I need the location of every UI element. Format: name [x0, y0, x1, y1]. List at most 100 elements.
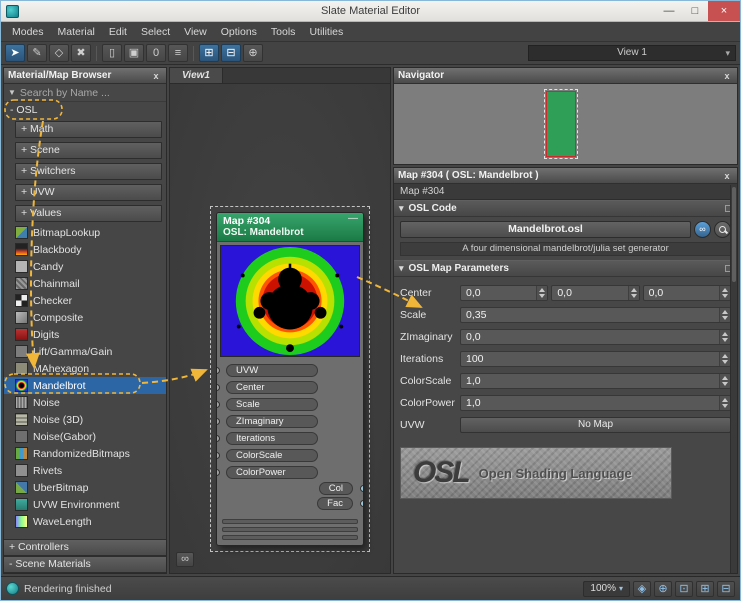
list-item[interactable]: Noise(Gabor): [4, 428, 166, 445]
close-panel-icon[interactable]: x: [721, 71, 733, 81]
node-input-slot[interactable]: Center: [217, 379, 363, 396]
field-value[interactable]: 100: [461, 352, 719, 366]
slot-pin-icon[interactable]: [217, 384, 220, 391]
slot-pin-icon[interactable]: [217, 435, 220, 442]
menu-view[interactable]: View: [177, 22, 214, 42]
spinner-arrows-icon[interactable]: [719, 352, 730, 366]
mandelbrot-preview[interactable]: [220, 245, 360, 357]
tree-group-controllers[interactable]: + Controllers: [4, 539, 166, 556]
list-item[interactable]: Candy: [4, 258, 166, 275]
slot-pin-icon[interactable]: [360, 500, 363, 507]
list-item[interactable]: Blackbody: [4, 241, 166, 258]
zoom-tool-icon[interactable]: ⊕: [654, 580, 672, 597]
spinner-arrows-icon[interactable]: [719, 330, 730, 344]
list-item[interactable]: UberBitmap: [4, 479, 166, 496]
slot-label[interactable]: Center: [226, 381, 318, 394]
zoom-extents-selected-icon[interactable]: ⊟: [717, 580, 735, 597]
spinner-arrows-icon[interactable]: [719, 396, 730, 410]
slot-pin-icon[interactable]: [360, 485, 363, 492]
tree-group-values[interactable]: + Values: [15, 205, 162, 222]
slot-label[interactable]: UVW: [226, 364, 318, 377]
field-value[interactable]: 0,0: [461, 330, 719, 344]
colorscale-field[interactable]: 1,0: [460, 373, 731, 389]
list-item[interactable]: WaveLength: [4, 513, 166, 530]
pan-tool-icon[interactable]: ◈: [633, 580, 651, 597]
spinner-arrows-icon[interactable]: [718, 286, 730, 300]
list-item[interactable]: Composite: [4, 309, 166, 326]
select-tool-icon[interactable]: ➤: [5, 44, 25, 62]
center-x-field[interactable]: 0,0: [460, 285, 549, 301]
layout-children-icon[interactable]: ⊟: [221, 44, 241, 62]
list-item[interactable]: MAhexagon: [4, 360, 166, 377]
colorpower-field[interactable]: 1,0: [460, 395, 731, 411]
pick-tool-icon[interactable]: ✎: [27, 44, 47, 62]
scrollbar-thumb[interactable]: [732, 187, 736, 282]
delete-icon[interactable]: ✖: [71, 44, 91, 62]
link-icon[interactable]: ∞: [694, 221, 711, 238]
zoom-tool-icon[interactable]: ⊕: [243, 44, 263, 62]
node-minimize-icon[interactable]: —: [348, 213, 358, 224]
material-id-list-icon[interactable]: ≡: [168, 44, 188, 62]
list-item[interactable]: Digits: [4, 326, 166, 343]
navigator-canvas[interactable]: [394, 84, 737, 164]
show-shaded-material-icon[interactable]: ▣: [124, 44, 144, 62]
spinner-arrows-icon[interactable]: [536, 286, 548, 300]
spinner-arrows-icon[interactable]: [719, 308, 730, 322]
slot-label[interactable]: ColorScale: [226, 449, 318, 462]
rollout-osl-code[interactable]: ▾ OSL Code: [394, 200, 737, 217]
node-input-slot[interactable]: UVW: [217, 362, 363, 379]
node-input-slot[interactable]: ZImaginary: [217, 413, 363, 430]
field-value[interactable]: 0,0: [552, 286, 627, 300]
menu-utilities[interactable]: Utilities: [302, 22, 350, 42]
slot-label[interactable]: Iterations: [226, 432, 318, 445]
field-value[interactable]: 0,0: [644, 286, 719, 300]
list-item[interactable]: Lift/Gamma/Gain: [4, 343, 166, 360]
node-input-slot[interactable]: Scale: [217, 396, 363, 413]
node-canvas[interactable]: Map #304 OSL: Mandelbrot — UVW Center Sc…: [170, 84, 390, 573]
spinner-arrows-icon[interactable]: [719, 374, 730, 388]
list-item[interactable]: Noise: [4, 394, 166, 411]
node-output-slot[interactable]: Col: [217, 481, 363, 496]
list-item[interactable]: BitmapLookup: [4, 224, 166, 241]
slot-pin-icon[interactable]: [217, 367, 220, 374]
zimaginary-field[interactable]: 0,0: [460, 329, 731, 345]
maximize-icon[interactable]: □: [682, 1, 708, 21]
binoculars-icon[interactable]: ∞: [176, 552, 194, 567]
menu-modes[interactable]: Modes: [5, 22, 51, 42]
list-item[interactable]: RandomizedBitmaps: [4, 445, 166, 462]
search-icon[interactable]: [714, 221, 731, 238]
menu-tools[interactable]: Tools: [264, 22, 303, 42]
minimize-icon[interactable]: —: [656, 1, 682, 21]
field-value[interactable]: 0,0: [461, 286, 536, 300]
list-item[interactable]: Checker: [4, 292, 166, 309]
node-input-slot[interactable]: ColorScale: [217, 447, 363, 464]
list-item[interactable]: UVW Environment: [4, 496, 166, 513]
slot-label[interactable]: Col: [318, 482, 353, 495]
close-icon[interactable]: ×: [708, 1, 740, 21]
node-output-slot[interactable]: Fac: [217, 496, 363, 511]
center-y-field[interactable]: 0,0: [551, 285, 640, 301]
search-input[interactable]: [19, 86, 162, 99]
layout-all-icon[interactable]: ⊞: [199, 44, 219, 62]
material-name-field[interactable]: Map #304: [394, 184, 737, 200]
tab-view1[interactable]: View1: [170, 68, 223, 83]
list-item[interactable]: Chainmail: [4, 275, 166, 292]
slot-label[interactable]: Fac: [317, 497, 353, 510]
uvw-map-button[interactable]: No Map: [460, 417, 731, 433]
close-panel-icon[interactable]: x: [150, 71, 162, 81]
slot-pin-icon[interactable]: [217, 401, 220, 408]
list-item[interactable]: Rivets: [4, 462, 166, 479]
iterations-field[interactable]: 100: [460, 351, 731, 367]
menu-select[interactable]: Select: [134, 22, 177, 42]
close-panel-icon[interactable]: x: [721, 171, 733, 181]
tree-group-math[interactable]: + Math: [15, 121, 162, 138]
render-iterations-icon[interactable]: 0: [146, 44, 166, 62]
hide-unused-slots-icon[interactable]: ▯: [102, 44, 122, 62]
list-item[interactable]: Noise (3D): [4, 411, 166, 428]
center-z-field[interactable]: 0,0: [642, 285, 731, 301]
zoom-level-dropdown[interactable]: 100% ▾: [583, 580, 630, 597]
slot-pin-icon[interactable]: [217, 469, 220, 476]
menu-material[interactable]: Material: [51, 22, 102, 42]
tree-group-osl[interactable]: - OSL: [4, 102, 166, 119]
tree-group-uvw[interactable]: + UVW: [15, 184, 162, 201]
